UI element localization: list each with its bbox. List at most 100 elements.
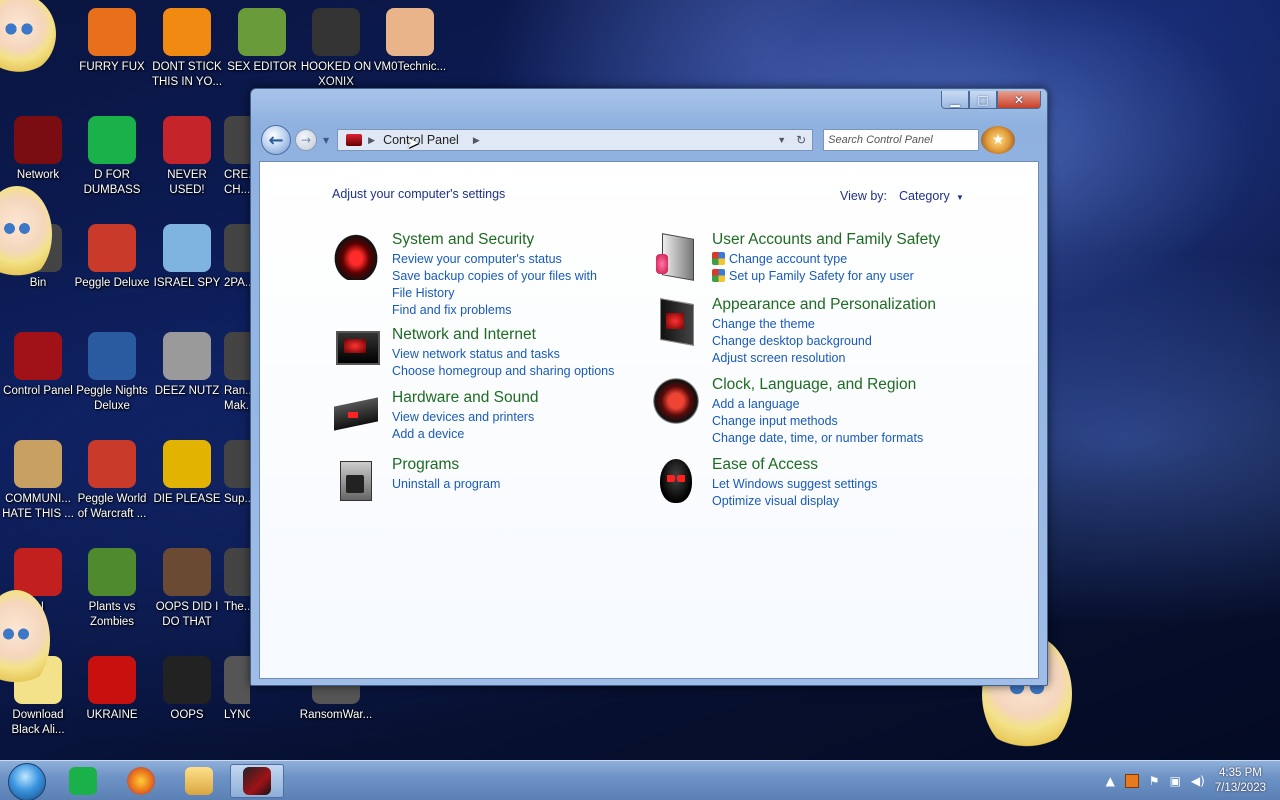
category-title[interactable]: Ease of Access <box>712 455 877 475</box>
desktop-icon-label: NEVER USED! <box>167 169 207 196</box>
desktop-icon[interactable]: Control Panel <box>0 332 76 399</box>
programs-icon[interactable] <box>332 457 380 505</box>
recent-pages-dropdown[interactable]: ▼ <box>323 136 329 145</box>
link-family-safety[interactable]: Set up Family Safety for any user <box>712 268 940 285</box>
taskbar-clock[interactable]: 4:35 PM 7/13/2023 <box>1215 766 1266 796</box>
shortcut-icon <box>224 656 250 704</box>
desktop-icon[interactable]: 2PA... <box>224 224 250 291</box>
minimize-button[interactable]: ▁ <box>941 91 969 109</box>
network-tray-icon[interactable]: ▣ <box>1170 774 1181 788</box>
link-screen-resolution[interactable]: Adjust screen resolution <box>712 350 936 367</box>
link-homegroup[interactable]: Choose homegroup and sharing options <box>392 363 614 380</box>
volume-icon[interactable]: ◀) <box>1191 774 1205 788</box>
link-visual-display[interactable]: Optimize visual display <box>712 493 877 510</box>
desktop-icon[interactable]: VM0Technic... <box>372 8 448 75</box>
chevron-right-icon[interactable]: ▶ <box>368 135 375 146</box>
partial-icon <box>224 116 250 164</box>
desktop-icon[interactable]: UKRAINE <box>74 656 150 723</box>
category-programs: Programs Uninstall a program <box>332 455 500 505</box>
explorer-folder-icon <box>185 767 213 795</box>
security-icon[interactable] <box>332 232 380 280</box>
desktop-icon[interactable]: DIE PLEASE <box>149 440 225 507</box>
search-button[interactable]: ★ <box>981 126 1016 154</box>
link-find-fix[interactable]: Find and fix problems <box>392 302 618 319</box>
network-icon[interactable] <box>332 327 380 375</box>
desktop-icon[interactable]: Plants vs Zombies <box>74 548 150 630</box>
link-network-status[interactable]: View network status and tasks <box>392 346 614 363</box>
chevron-down-icon[interactable]: ▼ <box>777 135 786 145</box>
link-change-theme[interactable]: Change the theme <box>712 316 936 333</box>
desktop-icon[interactable]: CRE... CH... <box>224 116 250 198</box>
clock-icon[interactable] <box>652 377 700 425</box>
appearance-icon[interactable] <box>652 297 700 345</box>
desktop-icon-label: Download Black Ali... <box>11 709 65 736</box>
clock-date: 7/13/2023 <box>1214 782 1266 794</box>
link-suggest-settings[interactable]: Let Windows suggest settings <box>712 476 877 493</box>
view-by-dropdown[interactable]: Category ▼ <box>899 189 964 203</box>
category-title[interactable]: System and Security <box>392 230 618 250</box>
partial-icon <box>224 440 250 488</box>
desktop-icon[interactable]: Ran... Mak... <box>224 332 250 414</box>
desktop-icon[interactable]: ISRAEL SPY <box>149 224 225 291</box>
hardware-icon[interactable] <box>332 390 380 438</box>
category-title[interactable]: Programs <box>392 455 500 475</box>
desktop-icon[interactable]: Peggle Deluxe <box>74 224 150 291</box>
link-change-account-type[interactable]: Change account type <box>712 251 940 268</box>
mouse-cursor-icon: ➤ <box>406 133 420 152</box>
category-title[interactable]: Network and Internet <box>392 325 614 345</box>
taskbar-firefox[interactable] <box>114 764 168 798</box>
desktop-icon[interactable]: D FOR DUMBASS <box>74 116 150 198</box>
desktop-icon[interactable]: Network <box>0 116 76 183</box>
desktop-icon[interactable]: Peggle World of Warcraft ... <box>74 440 150 522</box>
link-devices-printers[interactable]: View devices and printers <box>392 409 539 426</box>
ease-of-access-icon[interactable] <box>652 457 700 505</box>
desktop-icon[interactable]: Peggle Nights Deluxe <box>74 332 150 414</box>
action-center-flag-icon[interactable]: ⚑ <box>1149 774 1160 788</box>
back-button[interactable]: ← <box>261 125 291 155</box>
link-file-history[interactable]: Save backup copies of your files with Fi… <box>392 268 618 302</box>
network-icon <box>14 116 62 164</box>
desktop-icon[interactable]: COMMUNI... HATE THIS ... <box>0 440 76 522</box>
close-button[interactable]: ✕ <box>997 91 1041 109</box>
desktop-icon[interactable]: DONT STICK THIS IN YO... <box>149 8 225 90</box>
category-title[interactable]: Clock, Language, and Region <box>712 375 923 395</box>
desktop-icon[interactable]: Sup... <box>224 440 250 507</box>
arrow-right-icon: → <box>300 133 312 147</box>
desktop-icon-label: DIE PLEASE <box>153 493 221 505</box>
forward-button[interactable]: → <box>295 129 317 151</box>
desktop-icon-label: OOPS DID I DO THAT <box>155 601 219 628</box>
start-button[interactable] <box>8 763 46 800</box>
desktop-icon[interactable]: DEEZ NUTZ <box>149 332 225 399</box>
maximize-button[interactable]: □ <box>969 91 997 109</box>
taskbar-explorer[interactable] <box>172 764 226 798</box>
link-uninstall[interactable]: Uninstall a program <box>392 476 500 493</box>
category-ease-of-access: Ease of Access Let Windows suggest setti… <box>652 455 877 510</box>
link-review-status[interactable]: Review your computer's status <box>392 251 618 268</box>
link-add-language[interactable]: Add a language <box>712 396 923 413</box>
desktop-icon[interactable]: FURRY FUX <box>74 8 150 75</box>
search-input[interactable] <box>823 129 980 151</box>
link-date-formats[interactable]: Change date, time, or number formats <box>712 430 923 447</box>
desktop-icon[interactable]: LYNCHING <box>224 656 250 723</box>
desktop-icon[interactable]: OOPS <box>149 656 225 723</box>
desktop-icon[interactable]: OOPS DID I DO THAT <box>149 548 225 630</box>
link-desktop-background[interactable]: Change desktop background <box>712 333 936 350</box>
category-title[interactable]: Appearance and Personalization <box>712 295 936 315</box>
desktop-icon-label: RansomWar... <box>299 709 373 721</box>
desktop-icon[interactable]: SEX EDITOR <box>224 8 300 75</box>
user-accounts-icon[interactable] <box>652 232 700 280</box>
desktop-icon[interactable]: HOOKED ON XONIX <box>298 8 374 90</box>
desktop-icon[interactable]: NEVER USED! <box>149 116 225 198</box>
chevron-right-icon[interactable]: ▶ <box>473 135 480 146</box>
link-input-methods[interactable]: Change input methods <box>712 413 923 430</box>
notification-icon[interactable] <box>1124 774 1139 788</box>
refresh-icon[interactable]: ↻ <box>796 133 806 147</box>
taskbar-notes[interactable] <box>56 764 110 798</box>
show-hidden-icons-icon[interactable]: ▲ <box>1106 774 1115 788</box>
taskbar-control-panel[interactable] <box>230 764 284 798</box>
desktop-icon[interactable]: The... <box>224 548 250 615</box>
category-title[interactable]: Hardware and Sound <box>392 388 539 408</box>
link-add-device[interactable]: Add a device <box>392 426 539 443</box>
category-title[interactable]: User Accounts and Family Safety <box>712 230 940 250</box>
breadcrumb-control-panel[interactable]: Control Panel <box>383 133 459 147</box>
